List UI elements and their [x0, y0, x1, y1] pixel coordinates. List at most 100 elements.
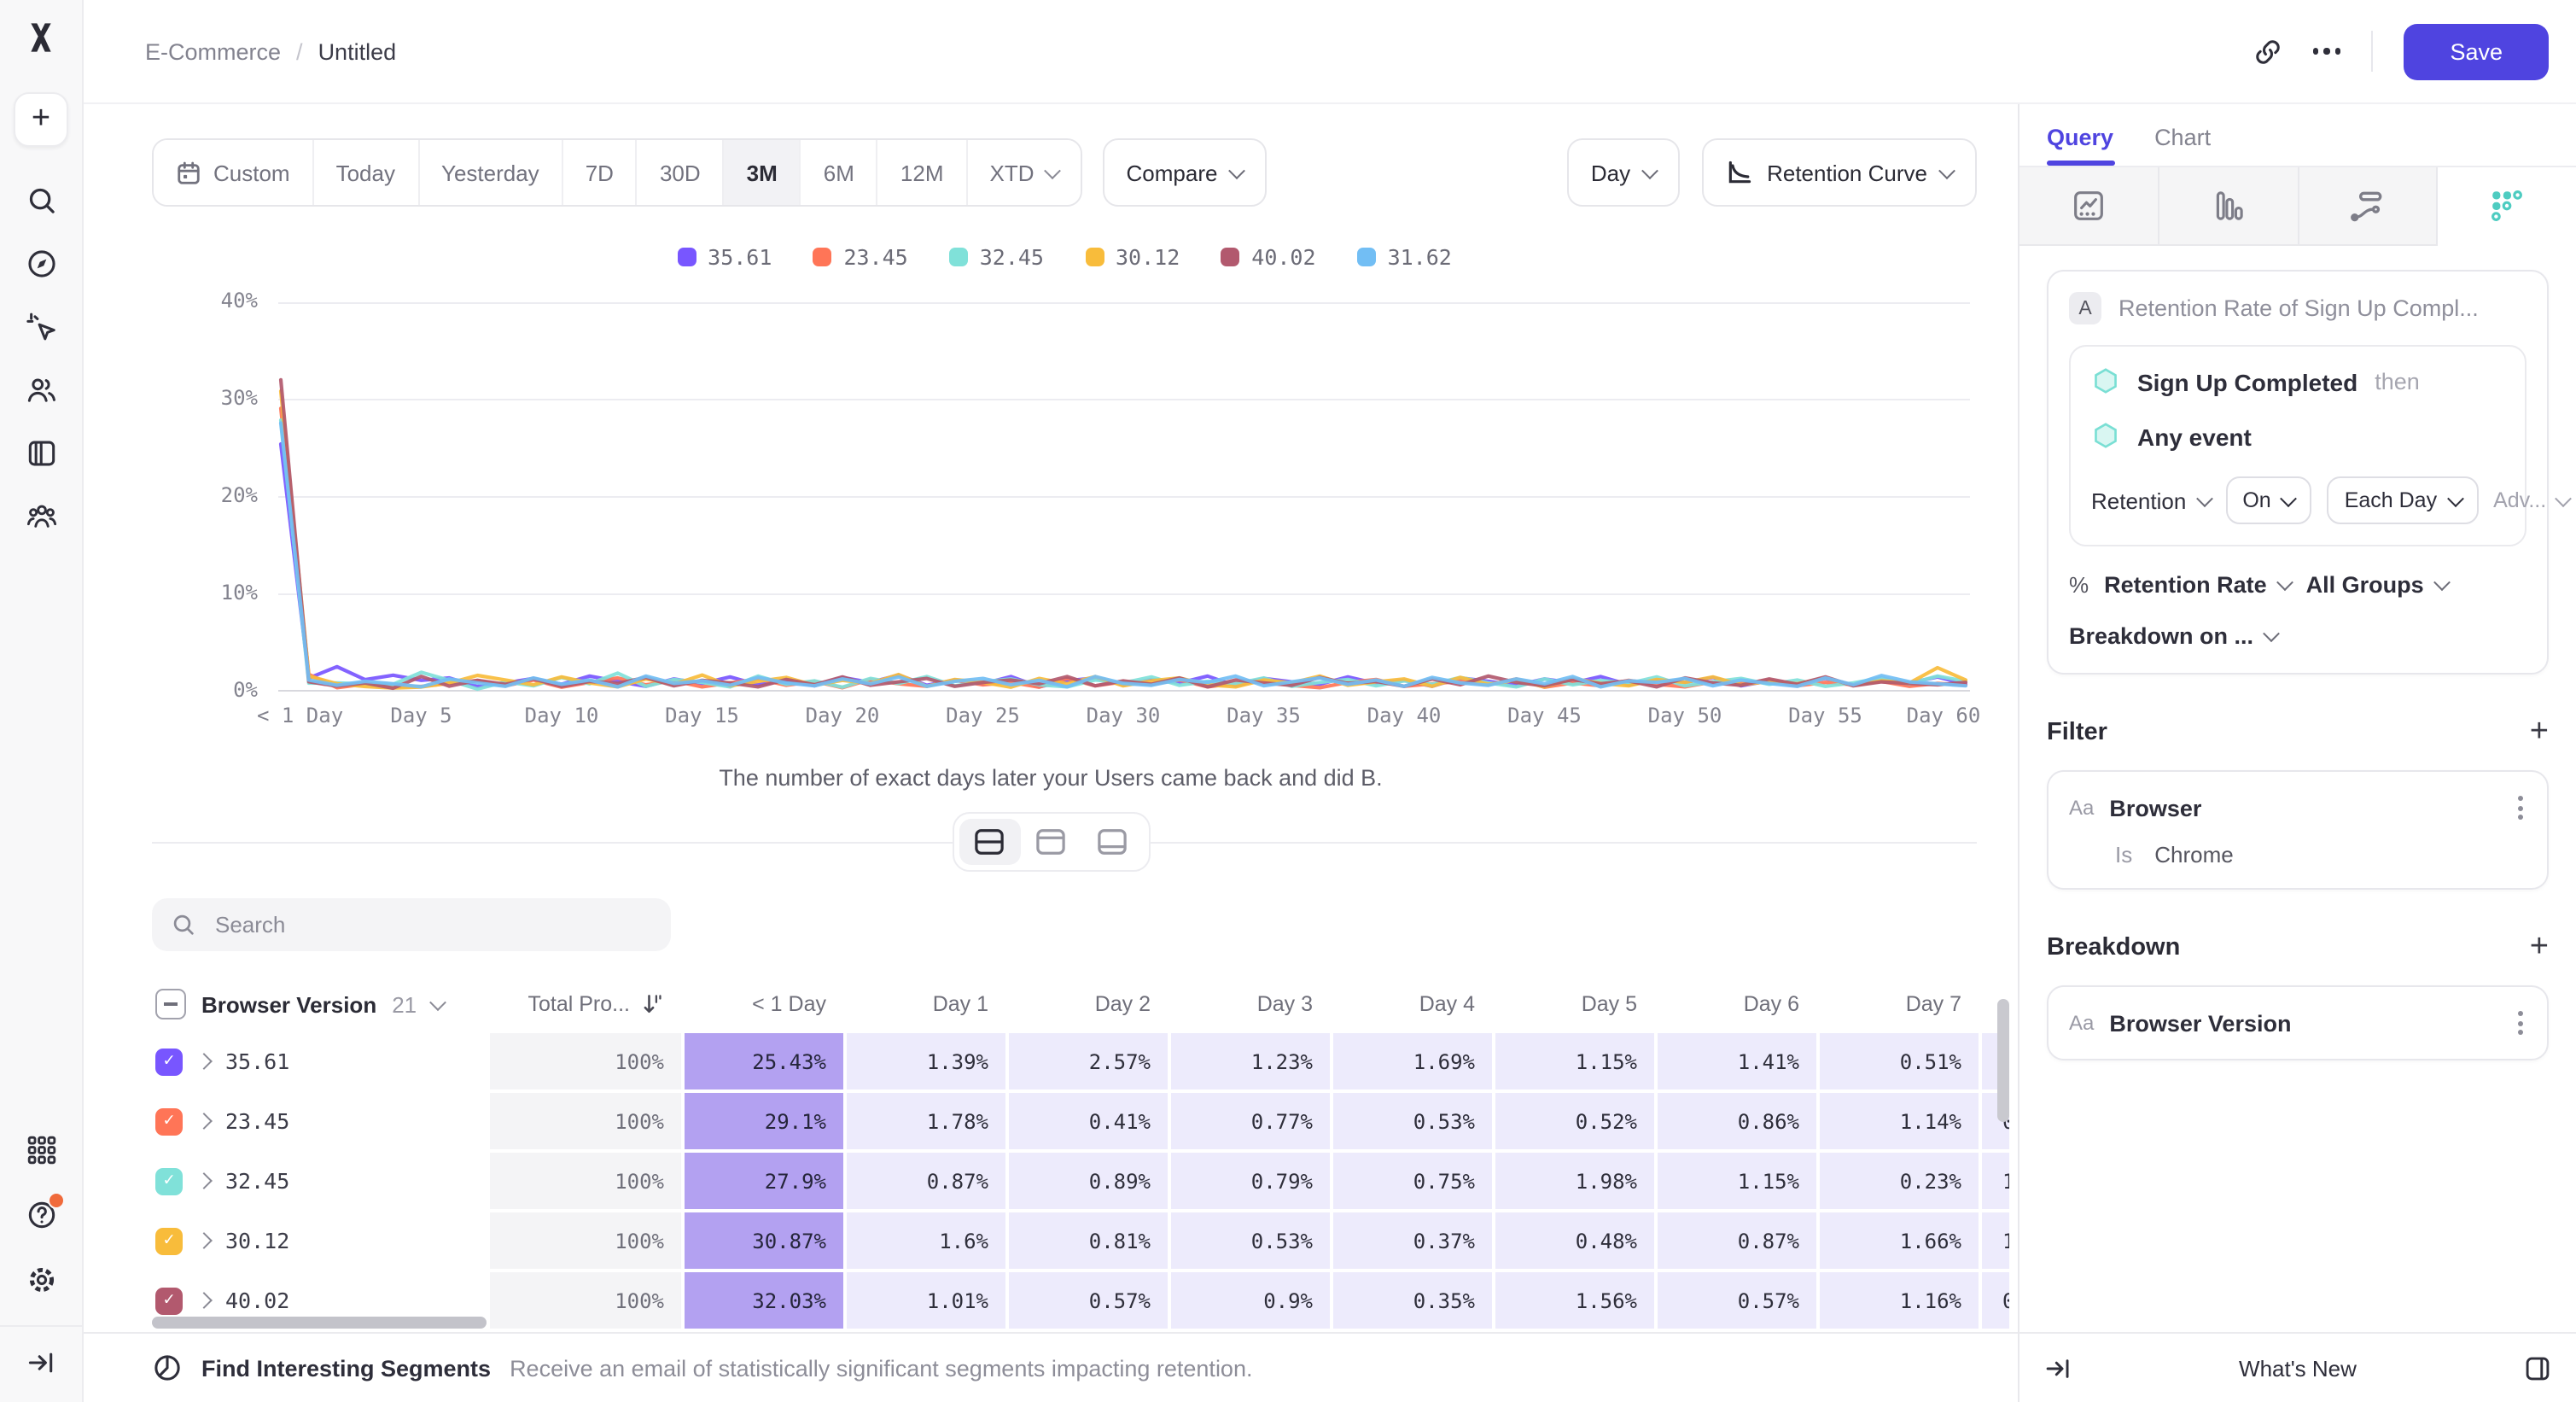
search-input[interactable] — [212, 910, 652, 939]
tab-query[interactable]: Query — [2047, 125, 2113, 166]
expand-sidebar-icon[interactable] — [0, 1325, 82, 1402]
flows-report-icon[interactable] — [2299, 167, 2439, 246]
retention-cell[interactable]: 30.87% — [685, 1212, 843, 1269]
tab-chart[interactable]: Chart — [2154, 125, 2211, 166]
retention-cell[interactable]: 1.41% — [1658, 1033, 1816, 1089]
retention-cell[interactable]: 29.1% — [685, 1093, 843, 1149]
step-title[interactable]: Retention Rate of Sign Up Compl... — [2118, 295, 2479, 321]
retention-cell[interactable]: 2.57% — [1009, 1033, 1168, 1089]
chart-type-button[interactable]: Retention Curve — [1702, 138, 1977, 207]
filter-card[interactable]: Aa Browser Is Chrome — [2047, 770, 2549, 890]
retention-cell[interactable]: 32.03% — [685, 1272, 843, 1329]
range-12m[interactable]: 12M — [877, 140, 966, 205]
range-custom[interactable]: Custom — [154, 140, 312, 205]
breadcrumb-project[interactable]: E-Commerce — [145, 38, 281, 64]
retention-cell[interactable]: 0.75% — [1333, 1153, 1492, 1209]
chart-view-icon[interactable] — [1020, 818, 1081, 864]
select-all-checkbox[interactable] — [155, 989, 186, 1019]
breakdown-card[interactable]: Aa Browser Version — [2047, 985, 2549, 1060]
breakdown-on-dropdown[interactable]: Breakdown on ... — [2069, 623, 2277, 649]
range-6m[interactable]: 6M — [800, 140, 877, 205]
group-column-header[interactable]: Browser Version — [201, 991, 376, 1017]
retention-cell-clipped[interactable]: 1.07% — [1982, 1153, 2009, 1209]
retention-chart-plot[interactable] — [278, 302, 1970, 692]
row-checkbox[interactable]: ✓ — [155, 1167, 183, 1195]
filter-operator[interactable]: Is — [2115, 842, 2132, 867]
retention-cell[interactable]: 1.69% — [1333, 1033, 1492, 1089]
retention-cell[interactable]: 27.9% — [685, 1153, 843, 1209]
retention-cell[interactable]: 1.01% — [847, 1272, 1005, 1329]
retention-cell[interactable]: 1.39% — [847, 1033, 1005, 1089]
retention-cell[interactable]: 1.98% — [1495, 1153, 1654, 1209]
breakdown-kebab-icon[interactable] — [2515, 1008, 2526, 1038]
retention-cell[interactable]: 0.48% — [1495, 1212, 1654, 1269]
total-cell[interactable]: 100% — [490, 1272, 681, 1329]
advanced-dropdown[interactable]: Adv... — [2493, 488, 2568, 512]
day-column-header[interactable]: Day 1 — [847, 978, 1005, 1030]
retention-cell[interactable]: 1.66% — [1820, 1212, 1979, 1269]
retention-cell[interactable]: 1.78% — [847, 1093, 1005, 1149]
expand-row-icon[interactable] — [195, 1292, 213, 1309]
help-icon[interactable] — [22, 1195, 60, 1233]
metric-dropdown[interactable]: Retention Rate — [2104, 572, 2291, 598]
retention-cell[interactable]: 1.6% — [847, 1212, 1005, 1269]
legend-item[interactable]: 32.45 — [949, 244, 1044, 270]
retention-cell[interactable]: 0.41% — [1009, 1093, 1168, 1149]
retention-cell[interactable]: 25.43% — [685, 1033, 843, 1089]
search-icon[interactable] — [22, 181, 60, 219]
total-cell[interactable]: 100% — [490, 1212, 681, 1269]
retention-cell-clipped[interactable]: 0.88% — [1982, 1272, 2009, 1329]
row-checkbox[interactable]: ✓ — [155, 1048, 183, 1075]
discover-compass-icon[interactable] — [22, 244, 60, 282]
compare-button[interactable]: Compare — [1103, 138, 1268, 207]
granularity-button[interactable]: Day — [1567, 138, 1680, 207]
range-7d[interactable]: 7D — [562, 140, 636, 205]
day-column-header[interactable]: Day 3 — [1171, 978, 1330, 1030]
share-link-icon[interactable] — [2253, 37, 2282, 66]
retention-cell[interactable]: 0.87% — [1658, 1212, 1816, 1269]
expand-row-icon[interactable] — [195, 1172, 213, 1189]
retention-cell[interactable]: 0.37% — [1333, 1212, 1492, 1269]
range-30d[interactable]: 30D — [636, 140, 723, 205]
day-column-header[interactable]: Day 7 — [1820, 978, 1979, 1030]
save-button[interactable]: Save — [2404, 23, 2549, 79]
day-column-header[interactable]: Day 6 — [1658, 978, 1816, 1030]
add-breakdown-icon[interactable]: + — [2530, 931, 2549, 963]
range-yesterday[interactable]: Yesterday — [417, 140, 562, 205]
expand-row-icon[interactable] — [195, 1113, 213, 1130]
retention-cell[interactable]: 0.87% — [847, 1153, 1005, 1209]
boards-icon[interactable] — [22, 434, 60, 471]
retention-cell[interactable]: 0.57% — [1658, 1272, 1816, 1329]
retention-cell[interactable]: 0.53% — [1333, 1093, 1492, 1149]
retention-cell[interactable]: 1.23% — [1171, 1033, 1330, 1089]
horizontal-scrollbar[interactable] — [152, 1317, 487, 1329]
legend-item[interactable]: 40.02 — [1221, 244, 1315, 270]
funnels-report-icon[interactable] — [2159, 167, 2299, 246]
first-event-row[interactable]: Sign Up Completed then — [2091, 367, 2504, 396]
vertical-scrollbar[interactable] — [1997, 999, 2009, 1122]
retention-cell[interactable]: 0.79% — [1171, 1153, 1330, 1209]
cohorts-icon[interactable] — [22, 497, 60, 535]
insights-report-icon[interactable] — [2019, 167, 2159, 246]
retention-cell[interactable]: 0.89% — [1009, 1153, 1168, 1209]
retention-cell[interactable]: 0.53% — [1171, 1212, 1330, 1269]
retention-cell[interactable]: 0.23% — [1820, 1153, 1979, 1209]
apps-grid-icon[interactable] — [22, 1130, 60, 1168]
each-day-dropdown[interactable]: Each Day — [2328, 476, 2478, 524]
create-new-button[interactable]: + — [14, 92, 68, 147]
on-dropdown[interactable]: On — [2225, 476, 2311, 524]
collapse-panel-icon[interactable] — [2043, 1353, 2072, 1382]
retention-cell[interactable]: 1.56% — [1495, 1272, 1654, 1329]
legend-item[interactable]: 35.61 — [677, 244, 772, 270]
retention-cell[interactable]: 1.15% — [1658, 1153, 1816, 1209]
side-panel-icon[interactable] — [2523, 1353, 2552, 1382]
table-view-icon[interactable] — [1081, 818, 1143, 864]
events-cursor-icon[interactable] — [22, 307, 60, 345]
sort-icon[interactable] — [640, 992, 664, 1016]
legend-item[interactable]: 31.62 — [1357, 244, 1452, 270]
retention-report-icon[interactable] — [2439, 167, 2576, 246]
retention-cell[interactable]: 0.9% — [1171, 1272, 1330, 1329]
retention-cell[interactable]: 1.14% — [1820, 1093, 1979, 1149]
split-view-icon[interactable] — [959, 818, 1020, 864]
range-3m[interactable]: 3M — [723, 140, 800, 205]
